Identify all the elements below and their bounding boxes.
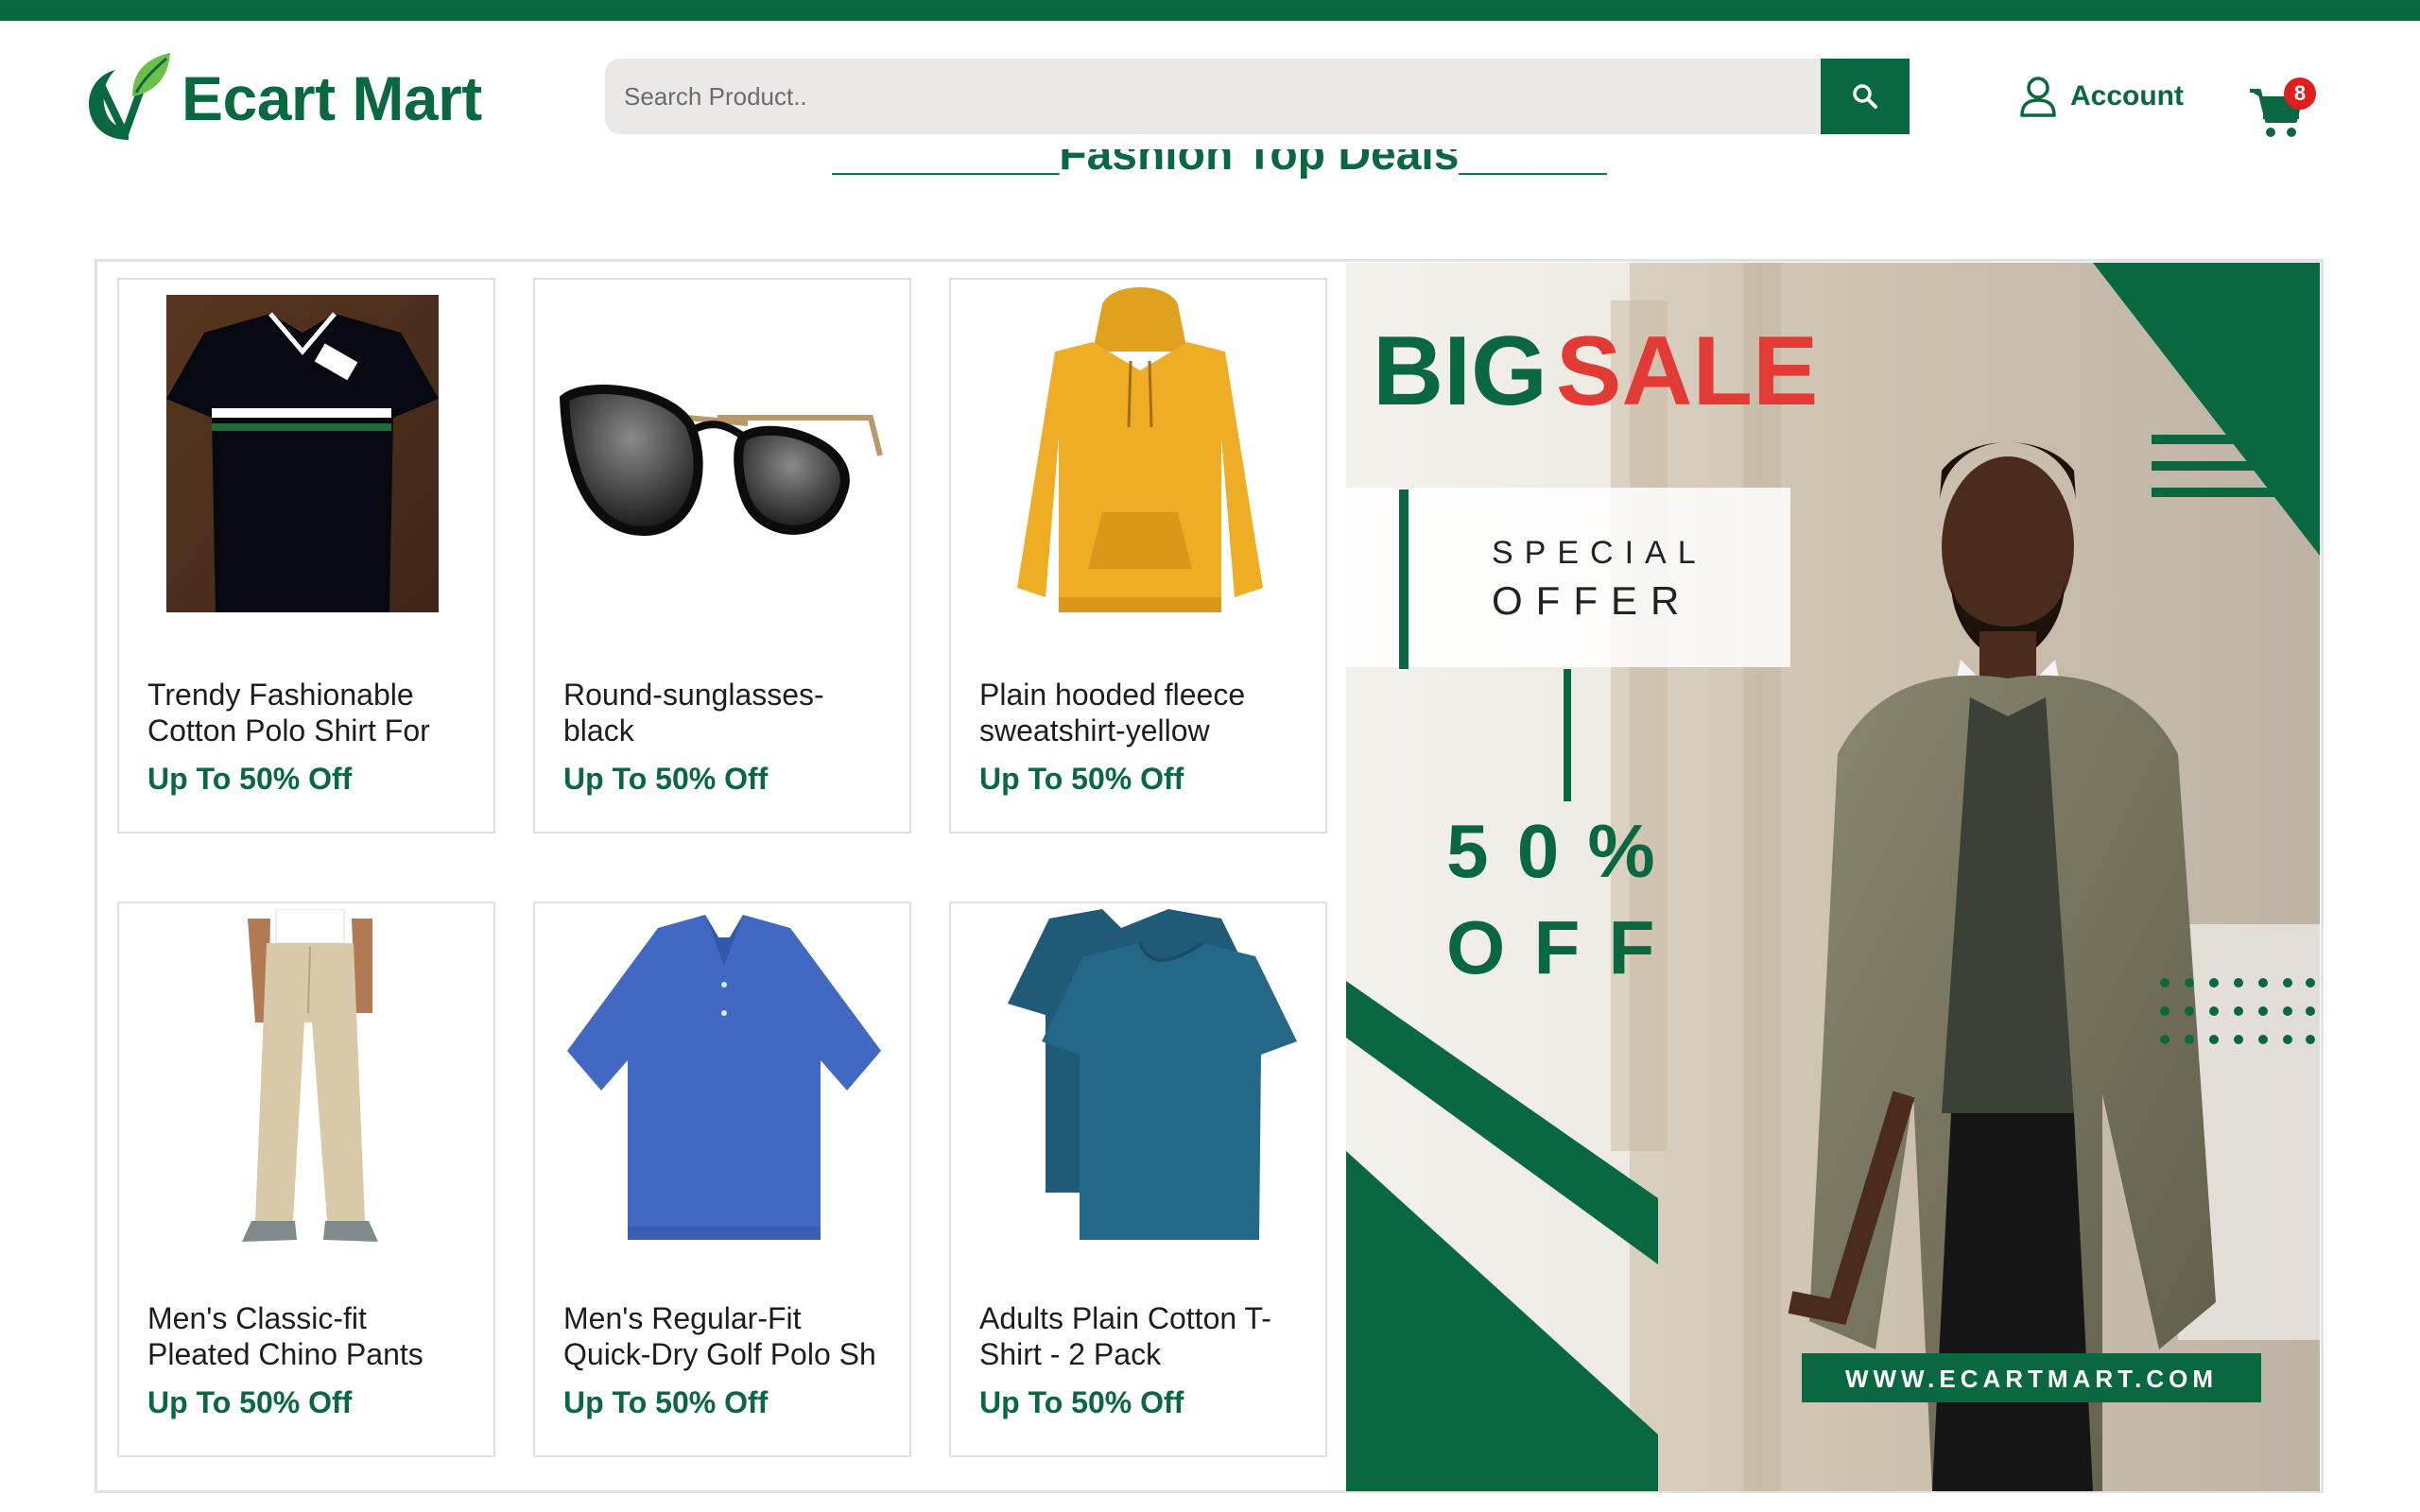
- brand-name: Ecart Mart: [182, 63, 482, 133]
- product-image: [554, 915, 894, 1240]
- product-image: [554, 295, 894, 616]
- product-name: Men's Regular-Fit Quick-Dry Golf Polo Sh: [563, 1301, 876, 1371]
- search-button[interactable]: [1821, 59, 1910, 134]
- search-icon: [1853, 84, 1877, 109]
- banner-big-text: BIG: [1373, 317, 1547, 426]
- product-deal: Up To 50% Off: [979, 1385, 1184, 1419]
- leaf-logo-icon: [89, 53, 170, 140]
- product-image: [138, 295, 478, 616]
- product-name: Round-sunglasses-black: [563, 678, 824, 747]
- product-card[interactable]: Adults Plain Cotton T-Shirt - 2 Pack Up …: [949, 902, 1327, 1457]
- product-image: [138, 909, 478, 1242]
- product-name: Plain hooded fleece sweatshirt-yellow: [979, 678, 1246, 747]
- banner-artwork: BIG SALE SPECIAL OFFER 5 0 % O F F WWW.E…: [1346, 263, 2320, 1491]
- yellow-hoodie-icon: [1017, 287, 1263, 612]
- product-card[interactable]: Round-sunglasses-black Up To 50% Off: [533, 278, 911, 833]
- banner-special-text: SPECIAL: [1492, 535, 1707, 571]
- khaki-chino-pants-icon: [242, 909, 378, 1242]
- banner-sale-text: SALE: [1556, 317, 1818, 426]
- section-title: _________Fashion Top Deals_________: [832, 149, 1607, 180]
- product-card[interactable]: Men's Regular-Fit Quick-Dry Golf Polo Sh…: [533, 902, 911, 1457]
- banner-offer-text: OFFER: [1492, 578, 1692, 623]
- search-bar: [605, 59, 1910, 134]
- big-sale-banner[interactable]: BIG SALE SPECIAL OFFER 5 0 % O F F WWW.E…: [1346, 263, 2320, 1491]
- product-name: Men's Classic-fit Pleated Chino Pants: [147, 1301, 424, 1371]
- top-bar: [0, 0, 2420, 21]
- brand-logo[interactable]: Ecart Mart: [83, 49, 482, 147]
- product-deal: Up To 50% Off: [147, 1385, 353, 1419]
- cart-count-badge: 8: [2284, 77, 2316, 110]
- product-card[interactable]: Men's Classic-fit Pleated Chino Pants Up…: [117, 902, 495, 1457]
- sunglasses-icon: [559, 385, 883, 537]
- product-image: [970, 909, 1310, 1240]
- product-deal: Up To 50% Off: [147, 762, 353, 796]
- teal-tshirts-icon: [1008, 909, 1297, 1240]
- black-polo-shirt-icon: [166, 295, 439, 612]
- section-title-clip: _________Fashion Top Deals_________: [832, 149, 1607, 191]
- product-deal: Up To 50% Off: [563, 1385, 769, 1419]
- cart-button[interactable]: 8: [2248, 60, 2320, 146]
- product-image: [970, 287, 1310, 616]
- product-card[interactable]: Trendy Fashionable Cotton Polo Shirt For…: [117, 278, 495, 833]
- product-name: Trendy Fashionable Cotton Polo Shirt For: [147, 678, 430, 747]
- account-label: Account: [2070, 80, 2184, 112]
- product-name: Adults Plain Cotton T-Shirt - 2 Pack: [979, 1301, 1271, 1371]
- banner-url-text: WWW.ECARTMART.COM: [1845, 1365, 2218, 1393]
- account-button[interactable]: Account: [2019, 76, 2184, 117]
- banner-off-text: O F F: [1446, 905, 1658, 989]
- product-deal: Up To 50% Off: [563, 762, 769, 796]
- user-icon: [2020, 77, 2056, 117]
- product-deal: Up To 50% Off: [979, 762, 1184, 796]
- search-input[interactable]: [605, 59, 1821, 134]
- product-card[interactable]: Plain hooded fleece sweatshirt-yellow Up…: [949, 278, 1327, 833]
- banner-percent-text: 5 0 %: [1446, 809, 1659, 893]
- blue-polo-shirt-icon: [567, 915, 881, 1240]
